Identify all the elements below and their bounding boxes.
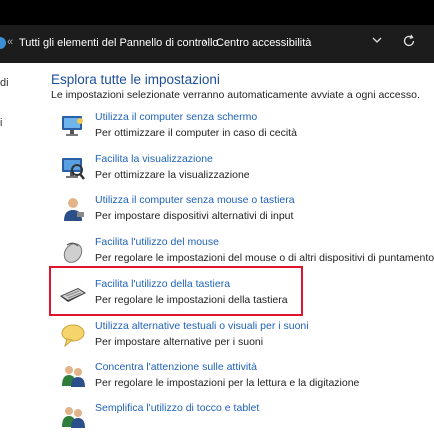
item-description: Per regolare le impostazioni per la lett… [95,377,360,389]
control-panel-icon [0,37,6,49]
item-description: Per impostare alternative per i suoni [95,336,264,348]
item-title-link[interactable]: Utilizza il computer senza schermo [95,111,257,123]
left-pane-fragment[interactable]: i [0,117,2,129]
title-bar [0,0,434,25]
breadcrumb-overflow-separator[interactable]: « [7,36,13,48]
item-title-link[interactable]: Utilizza il computer senza mouse o tasti… [95,194,295,206]
people-icon [59,403,87,431]
highlight-box [49,266,303,316]
item-description: Per ottimizzare la visualizzazione [95,169,250,181]
item-title-link[interactable]: Facilita la visualizzazione [95,153,213,165]
breadcrumb-separator[interactable]: › [203,36,207,48]
breadcrumb-ease-of-access-center[interactable]: Centro accessibilità [216,37,311,49]
address-bar[interactable]: « Tutti gli elementi del Pannello di con… [0,25,434,63]
page-subtitle: Le impostazioni selezionate verranno aut… [51,89,420,101]
display-icon [59,154,87,182]
monitor-icon [59,112,87,140]
item-title-link[interactable]: Facilita l'utilizzo del mouse [95,236,219,248]
item-description: Per ottimizzare il computer in caso di c… [95,127,297,139]
item-title-link[interactable]: Utilizza alternative testuali o visuali … [95,320,309,332]
speech-bubble-icon [59,321,87,349]
list-item: Facilita la visualizzazione Per ottimizz… [55,153,425,189]
item-description: Per regolare le impostazioni del mouse o… [95,252,434,264]
list-item: Semplifica l'utilizzo di tocco e tablet [55,402,425,438]
list-item: Utilizza alternative testuali o visuali … [55,320,425,356]
item-description: Per impostare dispositivi alternativi di… [95,210,294,222]
breadcrumb-all-control-panel-items[interactable]: Tutti gli elementi del Pannello di contr… [19,37,219,49]
mouse-icon [59,237,87,265]
item-title-link[interactable]: Semplifica l'utilizzo di tocco e tablet [95,402,259,414]
list-item: Concentra l'attenzione sulle attività Pe… [55,361,425,397]
people-icon [59,362,87,390]
user-icon [59,195,87,223]
item-title-link[interactable]: Concentra l'attenzione sulle attività [95,361,257,373]
chevron-down-icon[interactable] [371,34,385,48]
list-item: Utilizza il computer senza schermo Per o… [55,111,425,147]
left-pane-fragment[interactable]: di [0,77,9,89]
refresh-icon[interactable] [401,33,417,49]
list-item: Utilizza il computer senza mouse o tasti… [55,194,425,230]
page-title: Esplora tutte le impostazioni [51,72,220,87]
